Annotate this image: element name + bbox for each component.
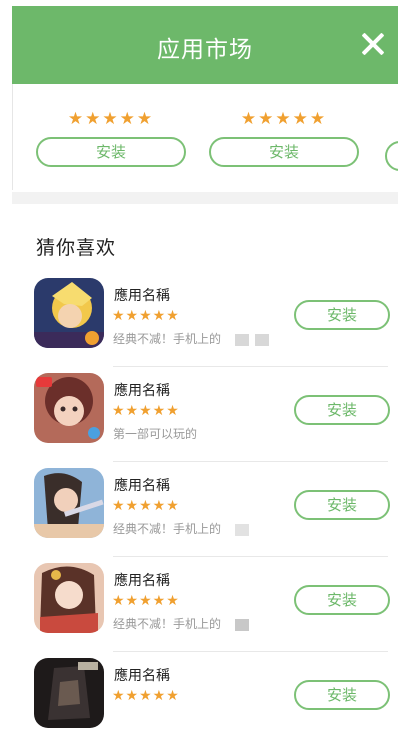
featured-app: ★★★★★ 安装 <box>36 109 186 167</box>
featured-app: ★★★★★ 安装 <box>209 109 359 167</box>
app-name: 應用名稱 <box>114 288 170 304</box>
featured-apps-row: ★★★★★ 安装 ★★★★★ 安装 <box>12 84 398 190</box>
app-name: 應用名稱 <box>114 383 170 399</box>
list-item[interactable]: 應用名稱 ★★★★★ 第一部可以玩的 安装 <box>0 367 398 462</box>
app-icon[interactable] <box>34 468 104 538</box>
page-title: 应用市场 <box>157 37 253 63</box>
rating-stars: ★★★★★ <box>112 403 180 419</box>
app-description: 第一部可以玩的 <box>113 427 198 441</box>
app-name: 應用名稱 <box>114 573 170 589</box>
install-button-partial[interactable] <box>385 141 398 171</box>
rating-stars: ★★★★★ <box>112 593 180 609</box>
rating-stars: ★★★★★ <box>112 308 180 324</box>
app-name: 應用名稱 <box>114 668 170 684</box>
section-divider <box>12 192 398 204</box>
install-button[interactable]: 安装 <box>36 137 186 167</box>
list-item[interactable]: 應用名稱 ★★★★★ 经典不减！手机上的 安装 <box>0 557 398 652</box>
app-market-header: 应用市场 <box>12 6 398 84</box>
install-button[interactable]: 安装 <box>294 490 390 520</box>
install-button[interactable]: 安装 <box>294 585 390 615</box>
install-button[interactable]: 安装 <box>294 300 390 330</box>
app-name: 應用名稱 <box>114 478 170 494</box>
install-button[interactable]: 安装 <box>294 680 390 710</box>
close-icon[interactable] <box>360 31 386 57</box>
install-button[interactable]: 安装 <box>294 395 390 425</box>
app-icon[interactable] <box>34 278 104 348</box>
list-item[interactable]: 應用名稱 ★★★★★ 经典不减！手机上的 安装 <box>0 272 398 367</box>
app-list: 應用名稱 ★★★★★ 经典不减！手机上的 安装 應用名稱 ★★★★★ 第一部可以… <box>0 272 398 747</box>
list-item[interactable]: 應用名稱 ★★★★★ 经典不减！手机上的 安装 <box>0 462 398 557</box>
rating-stars: ★★★★★ <box>112 688 180 704</box>
app-icon[interactable] <box>34 373 104 443</box>
rating-stars: ★★★★★ <box>240 109 328 129</box>
app-description: 经典不减！手机上的 <box>113 520 250 537</box>
app-icon[interactable] <box>34 658 104 728</box>
list-item[interactable]: 應用名稱 ★★★★★ 安装 <box>0 652 398 747</box>
rating-stars: ★★★★★ <box>112 498 180 514</box>
app-description: 经典不减！手机上的 <box>113 615 250 632</box>
app-icon[interactable] <box>34 563 104 633</box>
install-button[interactable]: 安装 <box>209 137 359 167</box>
app-description: 经典不减！手机上的 <box>113 330 270 347</box>
rating-stars: ★★★★★ <box>67 109 155 129</box>
section-title: 猜你喜欢 <box>36 237 117 259</box>
